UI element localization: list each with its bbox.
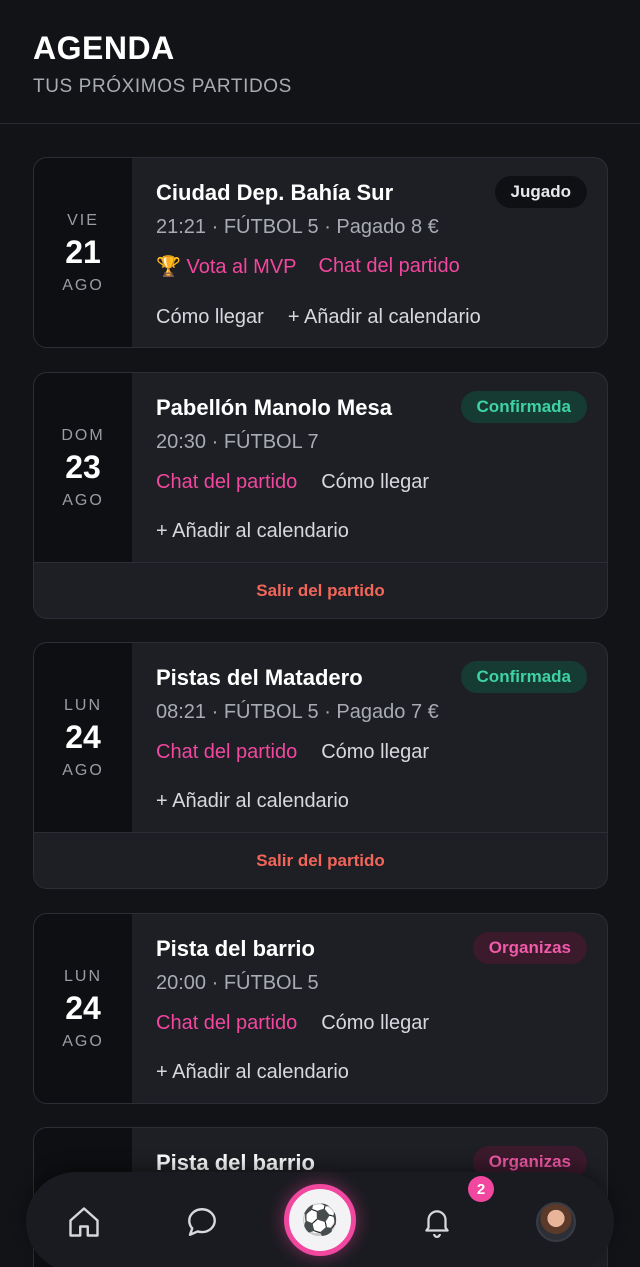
match-card[interactable]: LUN 24 AGO Pistas del Matadero Confirmad… (33, 642, 608, 889)
leave-match-button[interactable]: Salir del partido (34, 562, 607, 618)
match-chat-link[interactable]: Chat del partido (156, 471, 297, 494)
match-month: AGO (62, 277, 104, 294)
match-day: 24 (65, 990, 101, 1026)
match-venue: Ciudad Dep. Bahía Sur (156, 180, 394, 205)
add-to-calendar-link[interactable]: + Añadir al calendario (156, 1061, 349, 1084)
status-badge: Jugado (494, 176, 587, 208)
match-date: VIE 21 AGO (34, 158, 132, 347)
add-to-calendar-link[interactable]: + Añadir al calendario (156, 790, 349, 813)
match-meta: 08:21 · FÚTBOL 5 · Pagado 7 € (156, 701, 439, 723)
leave-match-button[interactable]: Salir del partido (34, 832, 607, 888)
match-weekday: LUN (63, 696, 102, 714)
match-month: AGO (62, 1033, 104, 1050)
page-header: AGENDA TUS PRÓXIMOS PARTIDOS (0, 0, 640, 124)
match-weekday: VIE (67, 212, 99, 229)
page-subtitle: TUS PRÓXIMOS PARTIDOS (33, 76, 292, 97)
match-venue: Pistas del Matadero (156, 665, 363, 690)
match-meta: 20:30 · FÚTBOL 7 (156, 431, 319, 453)
status-badge: Organizas (472, 932, 587, 964)
bell-icon[interactable] (415, 1200, 459, 1244)
add-to-calendar-link[interactable]: + Añadir al calendario (288, 306, 481, 329)
match-date: LUN 24 AGO (34, 643, 132, 833)
match-day: 21 (65, 234, 101, 270)
status-badge: Confirmada (460, 391, 587, 423)
match-meta: 21:21 · FÚTBOL 5 · Pagado 8 € (156, 216, 439, 238)
avatar[interactable] (536, 1202, 576, 1242)
notification-count-badge: 2 (468, 1176, 494, 1202)
match-chat-link[interactable]: Chat del partido (156, 1012, 297, 1035)
directions-link[interactable]: Cómo llegar (321, 471, 429, 494)
match-day: 24 (65, 718, 101, 755)
directions-link[interactable]: Cómo llegar (156, 306, 264, 329)
match-chat-link[interactable]: Chat del partido (319, 255, 460, 278)
directions-link[interactable]: Cómo llegar (321, 1012, 429, 1035)
match-venue: Pabellón Manolo Mesa (156, 395, 392, 420)
match-weekday: LUN (63, 968, 102, 985)
status-badge: Confirmada (460, 661, 587, 693)
vote-mvp-link[interactable]: 🏆 Vota al MVP (156, 254, 297, 279)
match-chat-link[interactable]: Chat del partido (156, 741, 297, 764)
match-month: AGO (62, 491, 104, 509)
soccer-ball-icon[interactable]: ⚽ (284, 1184, 356, 1256)
directions-link[interactable]: Cómo llegar (321, 741, 429, 764)
page-title: AGENDA (33, 30, 175, 66)
home-icon[interactable] (62, 1200, 106, 1244)
match-date: LUN 24 AGO (34, 914, 132, 1103)
match-weekday: DOM (61, 426, 105, 444)
match-venue: Pista del barrio (156, 936, 315, 961)
match-date: DOM 23 AGO (34, 373, 132, 563)
match-card[interactable]: DOM 23 AGO Pabellón Manolo Mesa Confirma… (33, 372, 608, 619)
match-card[interactable]: VIE 21 AGO Ciudad Dep. Bahía Sur Jugado … (33, 157, 608, 348)
bottom-nav: ⚽ 2 (26, 1172, 614, 1267)
chat-icon[interactable] (180, 1200, 224, 1244)
match-month: AGO (62, 761, 104, 779)
add-to-calendar-link[interactable]: + Añadir al calendario (156, 520, 349, 543)
match-day: 23 (65, 448, 101, 485)
match-card[interactable]: LUN 24 AGO Pista del barrio Organizas 20… (33, 913, 608, 1104)
match-meta: 20:00 · FÚTBOL 5 (156, 972, 319, 994)
